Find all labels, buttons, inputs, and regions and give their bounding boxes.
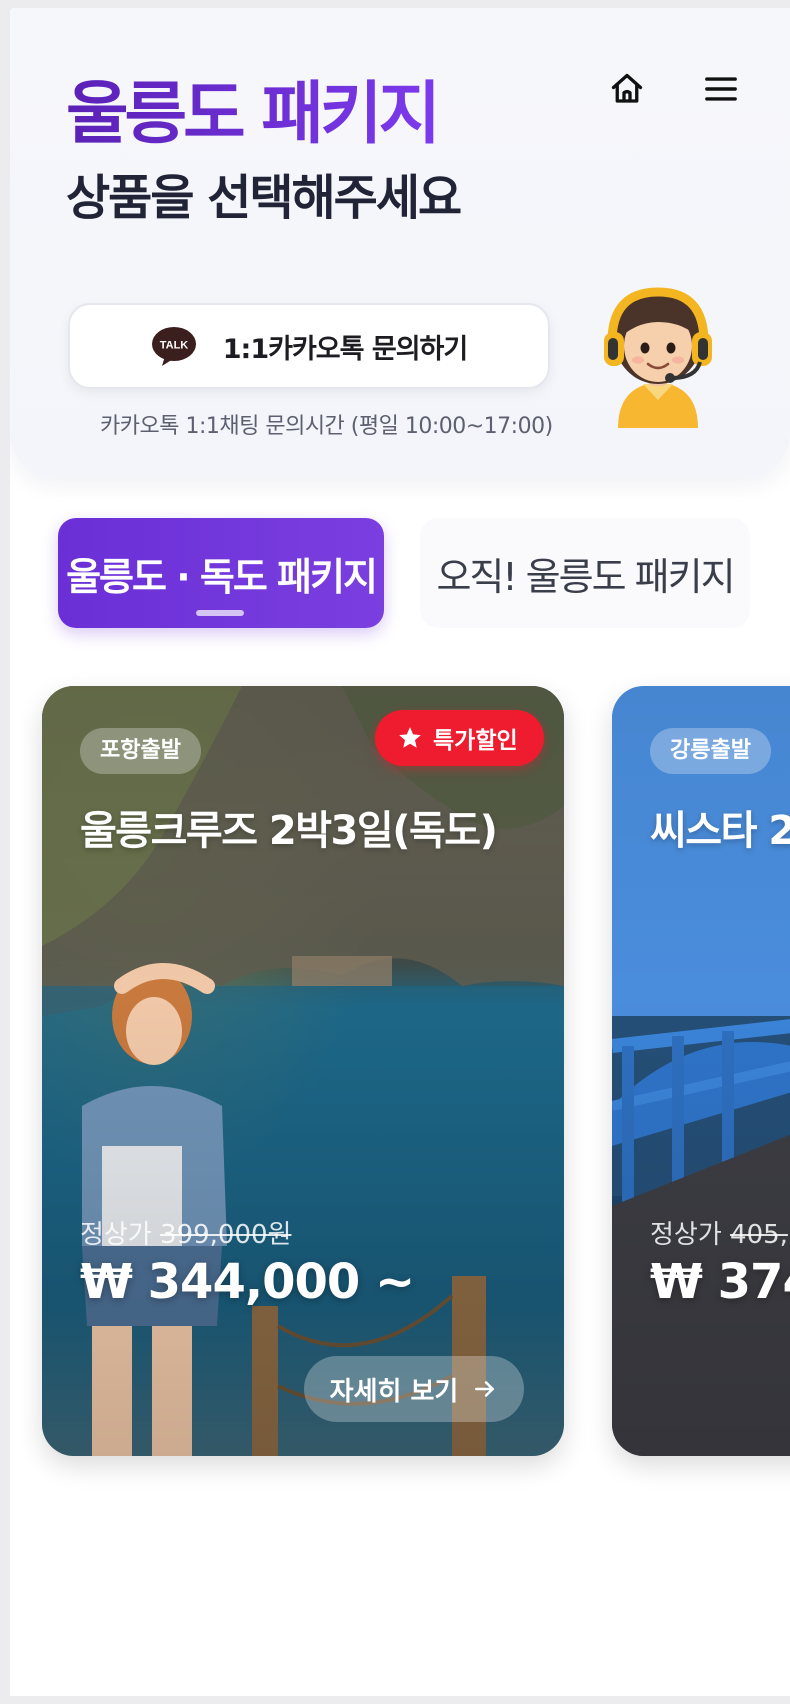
menu-button[interactable]	[696, 64, 746, 114]
view-details-button[interactable]: 자세히 보기	[304, 1356, 524, 1422]
package-card[interactable]: 포항출발 특가할인 울릉크루즈 2박3일(독도) 정상가 399,000원 ₩ …	[42, 686, 564, 1456]
view-details-label: 자세히 보기	[329, 1376, 459, 1407]
original-price-label: 정상가	[80, 1220, 152, 1250]
card-title: 울릉크루즈 2박3일(독도)	[80, 808, 498, 854]
kakao-talk-icon: TALK	[151, 326, 197, 366]
sale-badge: 특가할인	[375, 710, 544, 766]
card-title: 씨스타 2	[650, 808, 790, 854]
tab-label: 울릉도 · 독도 패키지	[66, 554, 378, 599]
package-tabs: 울릉도 · 독도 패키지 오직! 울릉도 패키지	[10, 498, 790, 648]
original-price: 정상가 405,	[650, 1214, 788, 1251]
kakao-button-label: 1:1카카오톡 문의하기	[222, 333, 468, 365]
hero-header: 울릉도 패키지 상품을 선택해주세요 TALK 1:1카카오톡 문의하기 카카오…	[10, 8, 790, 478]
page-subtitle: 상품을 선택해주세요	[66, 170, 462, 226]
page-title: 울릉도 패키지	[66, 58, 441, 157]
tab-active-indicator	[196, 610, 244, 616]
package-card[interactable]: 강릉출발 씨스타 2 정상가 405, ₩ 374,	[612, 686, 790, 1456]
app-page: 울릉도 패키지 상품을 선택해주세요 TALK 1:1카카오톡 문의하기 카카오…	[10, 8, 790, 1696]
sale-price: ₩ 374,	[650, 1254, 790, 1310]
star-icon	[399, 727, 421, 748]
original-price: 정상가 399,000원	[80, 1214, 291, 1251]
departure-chip: 포항출발	[80, 728, 201, 774]
svg-text:TALK: TALK	[159, 340, 188, 352]
hamburger-menu-icon	[705, 77, 737, 101]
sale-badge-label: 특가할인	[433, 728, 518, 754]
kakao-inquiry-button[interactable]: TALK 1:1카카오톡 문의하기	[68, 303, 550, 389]
departure-chip: 강릉출발	[650, 728, 771, 774]
support-agent-avatar	[588, 278, 728, 428]
original-price-value: 399,000원	[160, 1220, 292, 1250]
sale-price: ₩ 344,000 ~	[80, 1254, 415, 1310]
tab-ulleung-only[interactable]: 오직! 울릉도 패키지	[420, 518, 750, 628]
home-icon	[611, 73, 643, 103]
tab-ulleung-dokdo[interactable]: 울릉도 · 독도 패키지	[58, 518, 384, 628]
kakao-hours-text: 카카오톡 1:1채팅 문의시간 (평일 10:00~17:00)	[100, 414, 553, 439]
original-price-value: 405,	[730, 1220, 788, 1250]
tab-label: 오직! 울릉도 패키지	[436, 554, 735, 599]
home-button[interactable]	[602, 64, 652, 114]
original-price-label: 정상가	[650, 1220, 722, 1250]
arrow-right-icon	[475, 1381, 495, 1397]
